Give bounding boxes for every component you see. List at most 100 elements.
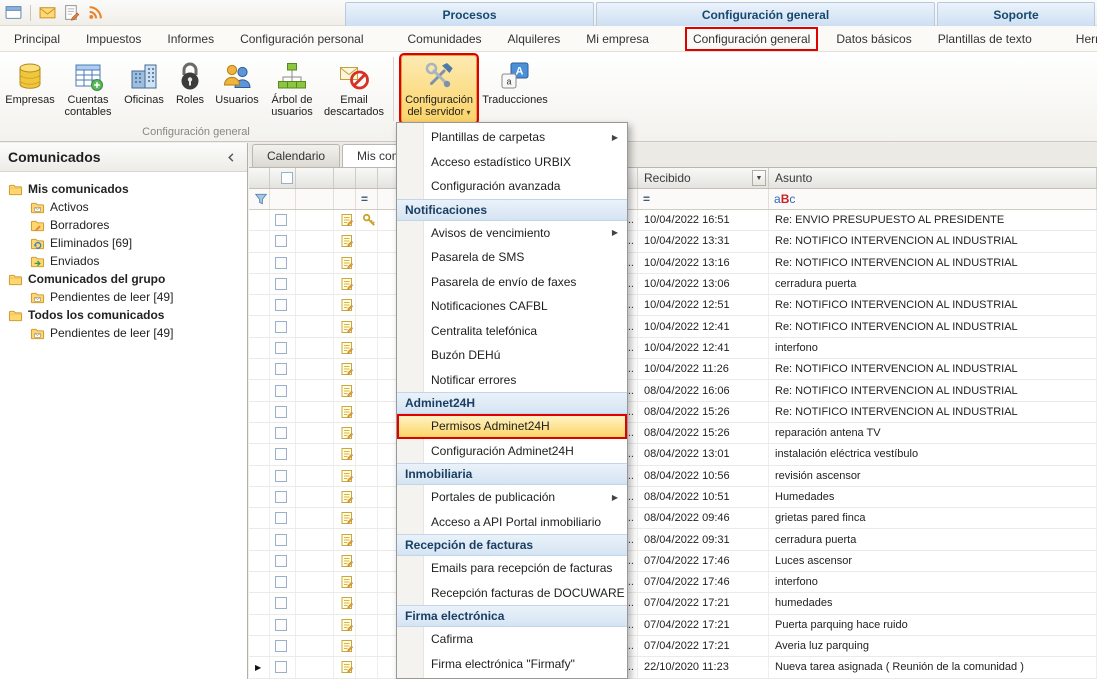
menu-item-recepcion-facturas-de-docuware[interactable]: Recepción facturas de DOCUWARE [397,581,627,606]
row-checkbox-cell[interactable] [270,231,296,251]
row-checkbox[interactable] [275,406,287,418]
row-checkbox[interactable] [275,299,287,311]
email-descartados-button[interactable]: Email descartados [322,55,386,123]
table-row[interactable]: ..10/04/2022 11:26Re: NOTIFICO INTERVENC… [249,359,1097,380]
qat-button-mail-icon[interactable] [38,3,57,22]
table-row[interactable]: ..10/04/2022 13:06cerradura puerta [249,274,1097,295]
menu-item-plantillas-de-carpetas[interactable]: Plantillas de carpetas▶ [397,125,627,150]
table-row[interactable]: ..08/04/2022 13:01instalación eléctrica … [249,444,1097,465]
tree-item-borradores[interactable]: Borradores [0,216,247,234]
table-row[interactable]: ..10/04/2022 12:41interfono [249,338,1097,359]
row-checkbox[interactable] [275,257,287,269]
menu-item-emails-para-recepcion-de-facturas[interactable]: Emails para recepción de facturas [397,556,627,581]
row-checkbox[interactable] [275,661,287,673]
tab-mi-empresa[interactable]: Mi empresa [580,29,655,49]
tab-configuracion-general[interactable]: Configuración general [687,29,816,49]
row-checkbox[interactable] [275,363,287,375]
tab-comunidades[interactable]: Comunidades [402,29,488,49]
tree-item-eliminados-69[interactable]: Eliminados [69] [0,234,247,252]
usuarios-button[interactable]: Usuarios [212,55,262,123]
table-row[interactable]: ..08/04/2022 10:51Humedades [249,487,1097,508]
tree-item-mis-comunicados[interactable]: Mis comunicados [0,180,247,198]
row-checkbox-cell[interactable] [270,295,296,315]
arbol-de-usuarios-button[interactable]: Árbol de usuarios [264,55,320,123]
row-checkbox-cell[interactable] [270,487,296,507]
filter-key-cell[interactable]: = [356,189,378,209]
row-checkbox-cell[interactable] [270,316,296,336]
oficinas-button[interactable]: Oficinas [120,55,168,123]
column-header-asunto[interactable]: Asunto [769,168,1097,188]
table-row[interactable]: ..07/04/2022 17:21Averia luz parquing [249,636,1097,657]
tab-principal[interactable]: Principal [8,29,66,49]
menu-item-acceso-a-api-portal-inmobiliario[interactable]: Acceso a API Portal inmobiliario [397,510,627,535]
row-checkbox[interactable] [275,597,287,609]
row-checkbox-cell[interactable] [270,508,296,528]
row-checkbox[interactable] [275,321,287,333]
table-row[interactable]: ..08/04/2022 15:26Re: NOTIFICO INTERVENC… [249,402,1097,423]
row-checkbox-cell[interactable] [270,572,296,592]
tab-impuestos[interactable]: Impuestos [80,29,147,49]
table-row[interactable]: ▶..22/10/2020 11:23Nueva tarea asignada … [249,657,1097,678]
menu-item-firma-electronica-firmafy[interactable]: Firma electrónica "Firmafy" [397,652,627,677]
traducciones-button[interactable]: AaTraducciones [479,55,551,123]
menu-item-notificar-errores[interactable]: Notificar errores [397,368,627,393]
row-checkbox-cell[interactable] [270,593,296,613]
cuentas-contables-button[interactable]: Cuentas contables [58,55,118,123]
row-checkbox-cell[interactable] [270,402,296,422]
row-checkbox-cell[interactable] [270,615,296,635]
table-row[interactable]: ..08/04/2022 16:06Re: NOTIFICO INTERVENC… [249,380,1097,401]
tree-item-todos-los-comunicados[interactable]: Todos los comunicados [0,306,247,324]
filter-note-cell[interactable] [334,189,356,209]
row-indicator-header[interactable] [249,168,270,188]
filter-flag-cell[interactable] [296,189,334,209]
row-checkbox[interactable] [275,470,287,482]
row-checkbox-cell[interactable] [270,380,296,400]
row-checkbox-cell[interactable] [270,636,296,656]
note-column-header[interactable] [334,168,356,188]
row-checkbox-cell[interactable] [270,274,296,294]
tab-alquileres[interactable]: Alquileres [502,29,567,49]
row-checkbox-cell[interactable] [270,444,296,464]
column-header-recibido[interactable]: Recibido▼ [638,168,769,188]
configuracion-del-servidor-button[interactable]: Configuración del servidor ▾ [401,55,477,123]
header-checkbox[interactable] [281,172,293,184]
row-checkbox[interactable] [275,576,287,588]
row-checkbox[interactable] [275,235,287,247]
menu-item-notificaciones-cafbl[interactable]: Notificaciones CAFBL [397,294,627,319]
row-checkbox-cell[interactable] [270,423,296,443]
table-row[interactable]: ..08/04/2022 09:31cerradura puerta [249,529,1097,550]
row-checkbox[interactable] [275,555,287,567]
tree-item-enviados[interactable]: Enviados [0,252,247,270]
table-row[interactable]: ..10/04/2022 13:16Re: NOTIFICO INTERVENC… [249,253,1097,274]
menu-item-acceso-estadistico-urbix[interactable]: Acceso estadístico URBIX [397,150,627,175]
collapse-sidebar-icon[interactable] [223,149,239,165]
menu-item-configuracion-avanzada[interactable]: Configuración avanzada [397,174,627,199]
row-checkbox-cell[interactable] [270,338,296,358]
table-row[interactable]: ..10/04/2022 13:31Re: NOTIFICO INTERVENC… [249,231,1097,252]
row-checkbox[interactable] [275,427,287,439]
empresas-button[interactable]: Empresas [4,55,56,123]
row-checkbox-cell[interactable] [270,253,296,273]
menu-item-pasarela-de-sms[interactable]: Pasarela de SMS [397,245,627,270]
menu-item-pasarela-de-envio-de-faxes[interactable]: Pasarela de envío de faxes [397,270,627,295]
table-row[interactable]: ..10/04/2022 12:41Re: NOTIFICO INTERVENC… [249,316,1097,337]
row-checkbox[interactable] [275,448,287,460]
filter-asunto-cell[interactable]: aBc [769,189,1097,209]
row-checkbox[interactable] [275,342,287,354]
row-checkbox[interactable] [275,278,287,290]
table-row[interactable]: ..08/04/2022 09:46grietas pared finca [249,508,1097,529]
tree-item-pendientes-de-leer-49[interactable]: Pendientes de leer [49] [0,324,247,342]
tab-herramientas[interactable]: Herramientas [1070,29,1097,49]
row-checkbox[interactable] [275,491,287,503]
roles-button[interactable]: Roles [170,55,210,123]
row-checkbox-cell[interactable] [270,551,296,571]
menu-item-permisos-adminet24h[interactable]: Permisos Adminet24H [397,414,627,439]
row-checkbox-cell[interactable] [270,210,296,230]
table-row[interactable]: ..07/04/2022 17:46Luces ascensor [249,551,1097,572]
key-column-header[interactable] [356,168,378,188]
row-checkbox-cell[interactable] [270,466,296,486]
qat-button-feed-icon[interactable] [86,3,105,22]
row-checkbox-cell[interactable] [270,359,296,379]
menu-item-centralita-telefonica[interactable]: Centralita telefónica [397,319,627,344]
row-checkbox[interactable] [275,619,287,631]
